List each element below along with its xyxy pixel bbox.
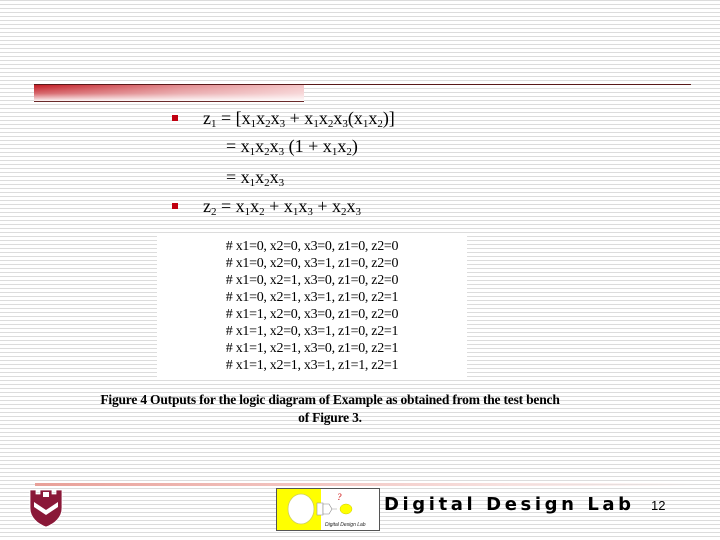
subscript: 2 <box>264 177 270 189</box>
subscript: 2 <box>346 146 352 158</box>
subscript: 3 <box>307 206 313 218</box>
footer-line <box>35 483 700 486</box>
output-row: # x1=0, x2=1, x3=0, z1=0, z2=0 <box>225 273 399 288</box>
subscript: 2 <box>211 206 217 218</box>
lab-name: Digital Design Lab <box>384 494 635 515</box>
subscript: 1 <box>249 177 256 189</box>
subscript: 3 <box>342 118 348 130</box>
title-line-bottom <box>34 101 304 102</box>
output-row: # x1=0, x2=0, x3=0, z1=0, z2=0 <box>225 239 399 254</box>
subscript: 2 <box>377 118 383 130</box>
title-line-top <box>34 84 691 85</box>
subscript: 1 <box>331 146 338 158</box>
subscript: 3 <box>278 146 285 158</box>
subscript: 3 <box>279 118 286 130</box>
output-row: # x1=1, x2=0, x3=0, z1=0, z2=0 <box>225 307 399 322</box>
subscript: 1 <box>250 118 257 130</box>
equation-z2: z2 = x1x2 + x1x3 + x2x3 <box>203 196 361 218</box>
subscript: 1 <box>249 146 256 158</box>
subscript: 1 <box>244 206 251 218</box>
title-band <box>34 84 304 101</box>
caption-line-2: of Figure 3. <box>298 410 362 425</box>
subscript: 1 <box>211 118 217 130</box>
lab-logo-graphic: ? Digital Design Lab <box>277 489 366 530</box>
bullet-icon <box>172 115 178 121</box>
caption-line-1: Figure 4 Outputs for the logic diagram o… <box>100 392 560 407</box>
page-number: 12 <box>651 498 666 513</box>
subscript: 3 <box>355 206 361 218</box>
digital-design-lab-logo: ? Digital Design Lab <box>276 488 380 531</box>
subscript: 2 <box>259 206 265 218</box>
bullet-icon <box>172 203 178 209</box>
subscript: 1 <box>362 118 369 130</box>
university-shield-logo <box>29 489 63 528</box>
figure-caption: Figure 4 Outputs for the logic diagram o… <box>60 391 600 427</box>
output-row: # x1=1, x2=1, x3=1, z1=1, z2=1 <box>225 358 399 373</box>
output-row: # x1=1, x2=0, x3=1, z1=0, z2=1 <box>225 324 399 339</box>
output-row: # x1=0, x2=0, x3=1, z1=0, z2=0 <box>225 256 399 271</box>
simulation-output-box: # x1=0, x2=0, x3=0, z1=0, z2=0 # x1=0, x… <box>157 233 467 378</box>
lab-logo-mark: ? <box>337 492 342 502</box>
subscript: 1 <box>313 118 319 130</box>
equation-z1-step3: = x1x2x3 <box>226 167 285 189</box>
equation-z1: z1 = [x1x2x3 + x1x2x3(x1x2)] <box>203 108 395 130</box>
subscript: 2 <box>265 118 271 130</box>
output-row: # x1=0, x2=1, x3=1, z1=0, z2=1 <box>225 290 399 305</box>
subscript: 2 <box>340 206 347 218</box>
lab-logo-text: Digital Design Lab <box>325 522 366 528</box>
subscript: 2 <box>327 118 334 130</box>
subscript: 2 <box>264 146 270 158</box>
equation-z1-step2: = x1x2x3 (1 + x1x2) <box>226 136 358 158</box>
output-row: # x1=1, x2=1, x3=0, z1=0, z2=1 <box>225 341 399 356</box>
subscript: 1 <box>292 206 299 218</box>
subscript: 3 <box>278 177 285 189</box>
